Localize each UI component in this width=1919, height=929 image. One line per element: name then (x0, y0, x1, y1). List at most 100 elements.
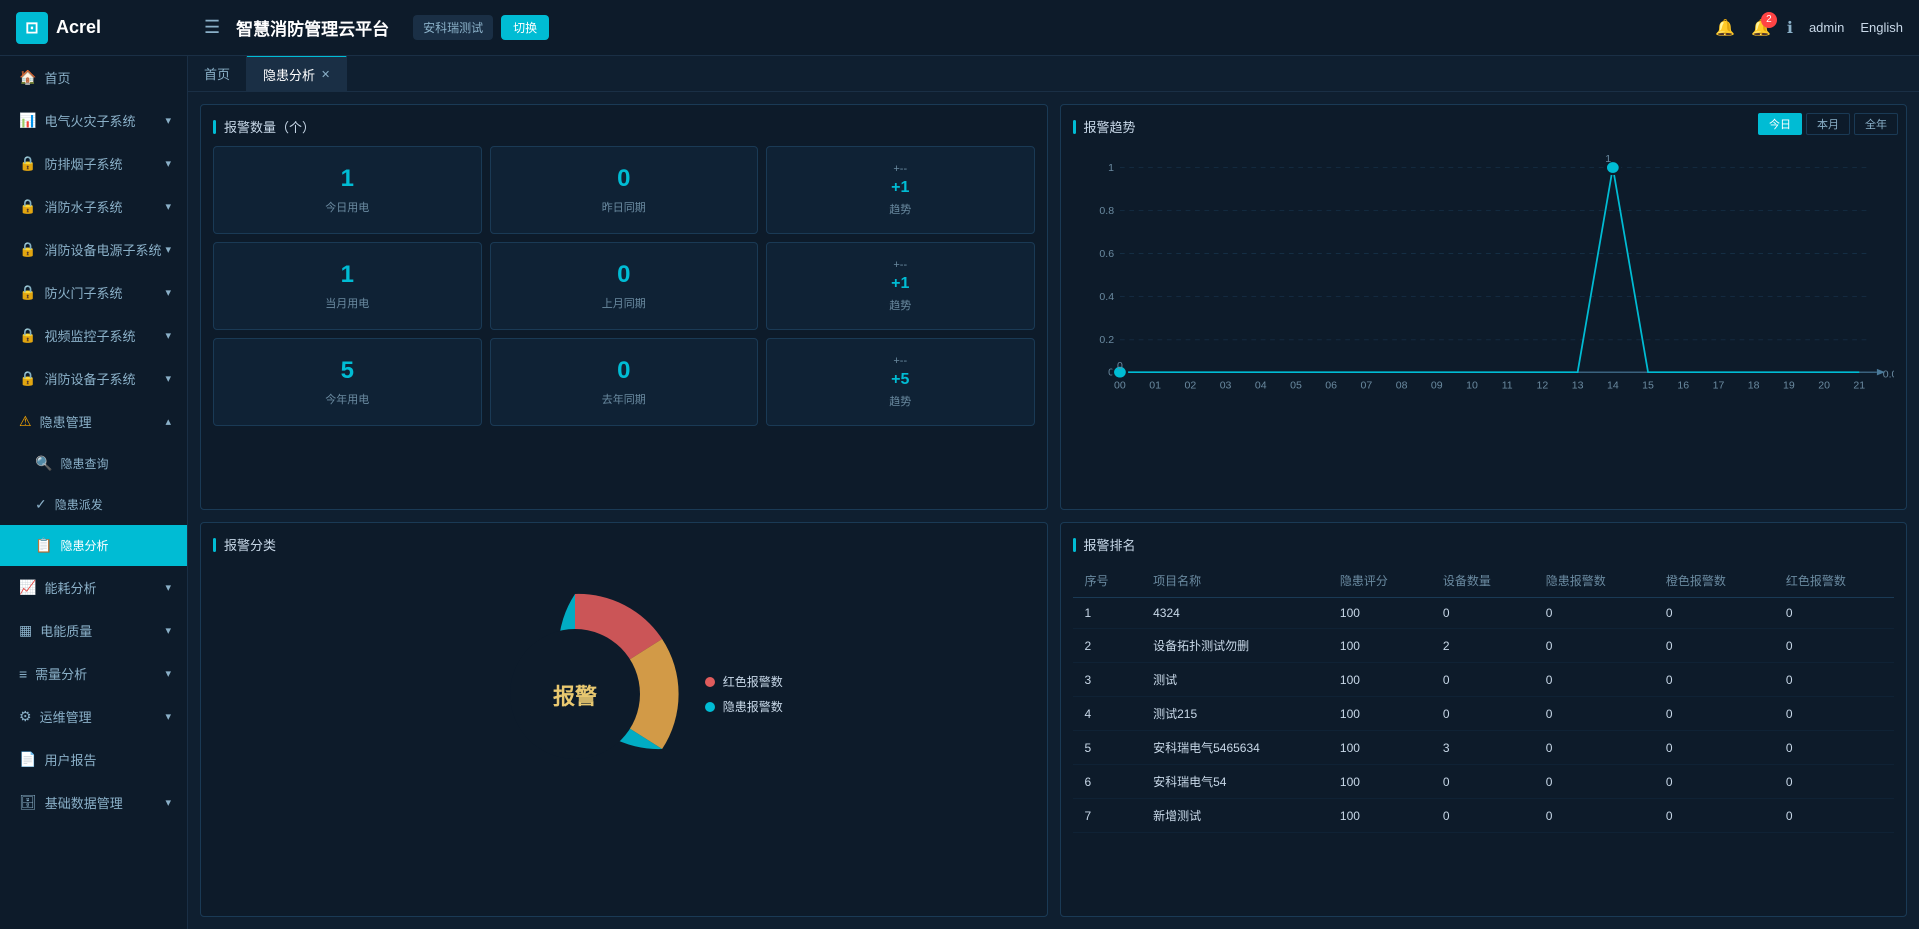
svg-text:02: 02 (1184, 381, 1196, 392)
tab-close-icon[interactable]: ✕ (321, 68, 330, 81)
sidebar-item-video[interactable]: 🔒 视频监控子系统 ▾ (0, 314, 187, 357)
chart-icon: 📈 (19, 579, 36, 596)
header-right: 🔔 🔔 2 ℹ admin English (1715, 18, 1903, 38)
svg-text:0.05: 0.05 (1882, 370, 1894, 381)
trend-line: +-- (893, 355, 907, 367)
stat-trend: +-- +1 趋势 (889, 259, 911, 313)
app-container: ⊡ Acrel ☰ 智慧消防管理云平台 安科瑞测试 切换 🔔 🔔 2 ℹ adm… (0, 0, 1919, 929)
header-title: 智慧消防管理云平台 (236, 15, 389, 40)
tab-home-label: 首页 (204, 64, 230, 83)
table-cell: 0 (1774, 765, 1894, 799)
sidebar-item-home[interactable]: 🏠 首页 (0, 56, 187, 99)
table-cell: 2 (1431, 629, 1534, 663)
sidebar-item-power-quality[interactable]: ▦ 电能质量 ▾ (0, 609, 187, 652)
sidebar-label-basic-data: 基础数据管理 (45, 793, 123, 812)
speaker-icon[interactable]: 🔔 (1715, 18, 1735, 38)
svg-text:报警: 报警 (553, 684, 597, 709)
logo-icon: ⊡ (16, 12, 48, 44)
donut-chart-svg: 报警 (465, 584, 685, 804)
svg-text:15: 15 (1642, 381, 1654, 392)
notification-icon[interactable]: 🔔 2 (1751, 18, 1771, 38)
sidebar-item-fire-power[interactable]: 🔒 消防设备电源子系统 ▾ (0, 228, 187, 271)
stat-label: 昨日同期 (602, 199, 646, 215)
table-cell: 0 (1534, 799, 1654, 833)
stat-label: 去年同期 (602, 391, 646, 407)
stat-card: 5 今年用电 (213, 338, 482, 426)
sidebar-item-energy-analysis[interactable]: 📈 能耗分析 ▾ (0, 566, 187, 609)
svg-text:05: 05 (1290, 381, 1302, 392)
sidebar-item-hazard-analysis[interactable]: 📋 隐患分析 (0, 525, 187, 566)
chart-filter-btn[interactable]: 今日 (1758, 113, 1802, 135)
svg-text:08: 08 (1395, 381, 1407, 392)
sidebar-item-hazard-query[interactable]: 🔍 隐患查询 (0, 443, 187, 484)
table-row: 4测试2151000000 (1073, 697, 1895, 731)
menu-toggle-icon[interactable]: ☰ (204, 17, 220, 38)
lock-icon-4: 🔒 (19, 284, 36, 301)
tab-home[interactable]: 首页 (188, 56, 247, 91)
svg-text:0: 0 (1117, 361, 1123, 372)
switch-button[interactable]: 切换 (501, 15, 549, 40)
doc-icon: 📋 (35, 537, 52, 554)
table-cell: 安科瑞电气5465634 (1141, 731, 1328, 765)
warn-icon: ⚠ (19, 413, 32, 430)
svg-text:00: 00 (1114, 381, 1126, 392)
sidebar-item-fire-water[interactable]: 🔒 消防水子系统 ▾ (0, 185, 187, 228)
trend-chart-svg: .axis-label { font-size: 9px; fill: #6a8… (1073, 146, 1895, 426)
table-header-cell: 隐患评分 (1328, 564, 1431, 598)
sidebar-item-fire-suppress[interactable]: 🔒 防排烟子系统 ▾ (0, 142, 187, 185)
ranking-table-container[interactable]: 序号项目名称隐患评分设备数量隐患报警数橙色报警数红色报警数 1432410000… (1073, 564, 1895, 833)
chart-filter-btn[interactable]: 本月 (1806, 113, 1850, 135)
trend-value: +1 (891, 179, 909, 197)
sidebar-item-fire-equip[interactable]: 🔒 消防设备子系统 ▾ (0, 357, 187, 400)
svg-text:1: 1 (1108, 163, 1114, 174)
tab-analysis[interactable]: 隐患分析 ✕ (247, 56, 347, 92)
settings-icon[interactable]: ℹ (1787, 18, 1793, 38)
table-row: 5安科瑞电气54656341003000 (1073, 731, 1895, 765)
lock-icon-6: 🔒 (19, 370, 36, 387)
svg-text:20: 20 (1818, 381, 1830, 392)
stat-value: 1 (341, 165, 354, 193)
sidebar-item-basic-data[interactable]: 🗄 基础数据管理 ▾ (0, 781, 187, 824)
sidebar-label-energy-analysis: 能耗分析 (44, 578, 96, 597)
table-row: 3测试1000000 (1073, 663, 1895, 697)
legend-dot-cyan (705, 702, 715, 712)
arrow-icon-6: ▾ (165, 329, 171, 342)
table-cell: 0 (1774, 663, 1894, 697)
language-selector[interactable]: English (1860, 20, 1903, 35)
trend-line: +-- (893, 163, 907, 175)
stat-trend: +-- +1 趋势 (889, 163, 911, 217)
table-cell: 4324 (1141, 598, 1328, 629)
svg-text:03: 03 (1219, 381, 1231, 392)
table-cell: 100 (1328, 731, 1431, 765)
table-cell: 1 (1073, 598, 1142, 629)
company-tag: 安科瑞测试 (413, 15, 493, 40)
sidebar-label-fire-suppress: 防排烟子系统 (44, 154, 122, 173)
stat-card: +-- +1 趋势 (766, 146, 1035, 234)
sidebar-item-electric-fire[interactable]: 📊 电气火灾子系统 ▾ (0, 99, 187, 142)
report-icon: 📄 (19, 751, 36, 768)
table-cell: 0 (1431, 765, 1534, 799)
legend-label-red: 红色报警数 (723, 673, 783, 690)
sidebar-item-demand-analysis[interactable]: ≡ 需量分析 ▾ (0, 652, 187, 695)
arrow-icon-4: ▾ (165, 243, 171, 256)
svg-text:0.2: 0.2 (1099, 335, 1114, 346)
legend-cyan: 隐患报警数 (705, 698, 783, 715)
sidebar-label-fire-power: 消防设备电源子系统 (44, 240, 161, 259)
user-name: admin (1809, 20, 1844, 35)
table-cell: 0 (1654, 697, 1774, 731)
table-body: 1432410000002设备拓扑测试勿删10020003测试10000004测… (1073, 598, 1895, 833)
sidebar-label-hazard-mgmt: 隐患管理 (40, 412, 92, 431)
sidebar-item-user-report[interactable]: 📄 用户报告 (0, 738, 187, 781)
chart-filter-btn[interactable]: 全年 (1854, 113, 1898, 135)
table-row: 2设备拓扑测试勿删1002000 (1073, 629, 1895, 663)
stat-card: 0 上月同期 (490, 242, 759, 330)
svg-text:18: 18 (1747, 381, 1759, 392)
sidebar-item-fire-door[interactable]: 🔒 防火门子系统 ▾ (0, 271, 187, 314)
arrow-icon-5: ▾ (165, 286, 171, 299)
content-area: 首页 隐患分析 ✕ 报警数量（个） 1 今日用电0 (188, 56, 1919, 929)
sidebar-item-ops-mgmt[interactable]: ⚙ 运维管理 ▾ (0, 695, 187, 738)
alarm-ranking-panel: 报警排名 序号项目名称隐患评分设备数量隐患报警数橙色报警数红色报警数 14324… (1060, 522, 1908, 917)
sidebar-item-hazard-dispatch[interactable]: ✓ 隐患派发 (0, 484, 187, 525)
sidebar-item-hazard-mgmt[interactable]: ⚠ 隐患管理 ▴ (0, 400, 187, 443)
sidebar-label-demand-analysis: 需量分析 (35, 664, 87, 683)
